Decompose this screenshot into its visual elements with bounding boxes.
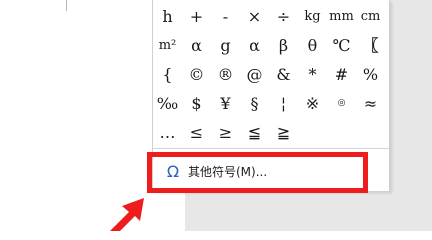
symbol-cell[interactable]: ÷: [269, 2, 298, 31]
symbol-cell[interactable]: cm: [356, 2, 385, 31]
symbol-cell-empty: [327, 118, 356, 147]
symbol-cell[interactable]: ¦: [269, 89, 298, 118]
symbol-cell[interactable]: ≤: [182, 118, 211, 147]
symbol-cell[interactable]: -: [211, 2, 240, 31]
symbol-cell[interactable]: ®: [211, 60, 240, 89]
symbol-cell[interactable]: +: [182, 2, 211, 31]
symbol-cell[interactable]: ‰: [153, 89, 182, 118]
symbol-cell[interactable]: ¥: [211, 89, 240, 118]
symbol-cell[interactable]: &: [269, 60, 298, 89]
symbol-cell[interactable]: ≧: [269, 118, 298, 147]
symbol-grid: h + - × ÷ kg mm cm m² α g α β θ ℃ 〖 { © …: [153, 2, 389, 147]
symbol-cell[interactable]: m²: [153, 31, 182, 60]
symbol-cell[interactable]: ≦: [240, 118, 269, 147]
symbol-cell[interactable]: α: [240, 31, 269, 60]
red-arrow-annotation: [110, 198, 144, 231]
symbol-cell[interactable]: θ: [298, 31, 327, 60]
symbol-cell[interactable]: $: [182, 89, 211, 118]
symbol-cell[interactable]: §: [240, 89, 269, 118]
symbol-cell-empty: [356, 118, 385, 147]
symbol-cell[interactable]: kg: [298, 2, 327, 31]
menu-separator: [153, 148, 389, 149]
symbol-cell[interactable]: ※: [298, 89, 327, 118]
symbol-cell[interactable]: {: [153, 60, 182, 89]
symbol-cell[interactable]: ◎: [327, 89, 356, 118]
cursor-mark: [66, 0, 67, 11]
symbol-cell[interactable]: ≈: [356, 89, 385, 118]
symbol-cell-empty: [298, 118, 327, 147]
symbol-cell[interactable]: α: [182, 31, 211, 60]
symbol-cell[interactable]: 〖: [356, 31, 385, 60]
symbol-cell[interactable]: mm: [327, 2, 356, 31]
symbol-cell[interactable]: ©: [182, 60, 211, 89]
symbol-cell[interactable]: ≥: [211, 118, 240, 147]
symbol-cell[interactable]: ×: [240, 2, 269, 31]
symbol-cell[interactable]: …: [153, 118, 182, 147]
symbol-cell[interactable]: *: [298, 60, 327, 89]
symbol-cell[interactable]: ℃: [327, 31, 356, 60]
symbol-cell[interactable]: %: [356, 60, 385, 89]
symbol-cell[interactable]: @: [240, 60, 269, 89]
symbol-cell[interactable]: g: [211, 31, 240, 60]
symbol-cell[interactable]: β: [269, 31, 298, 60]
highlight-annotation-box: [147, 152, 368, 193]
symbol-cell[interactable]: #: [327, 60, 356, 89]
symbol-cell[interactable]: h: [153, 2, 182, 31]
